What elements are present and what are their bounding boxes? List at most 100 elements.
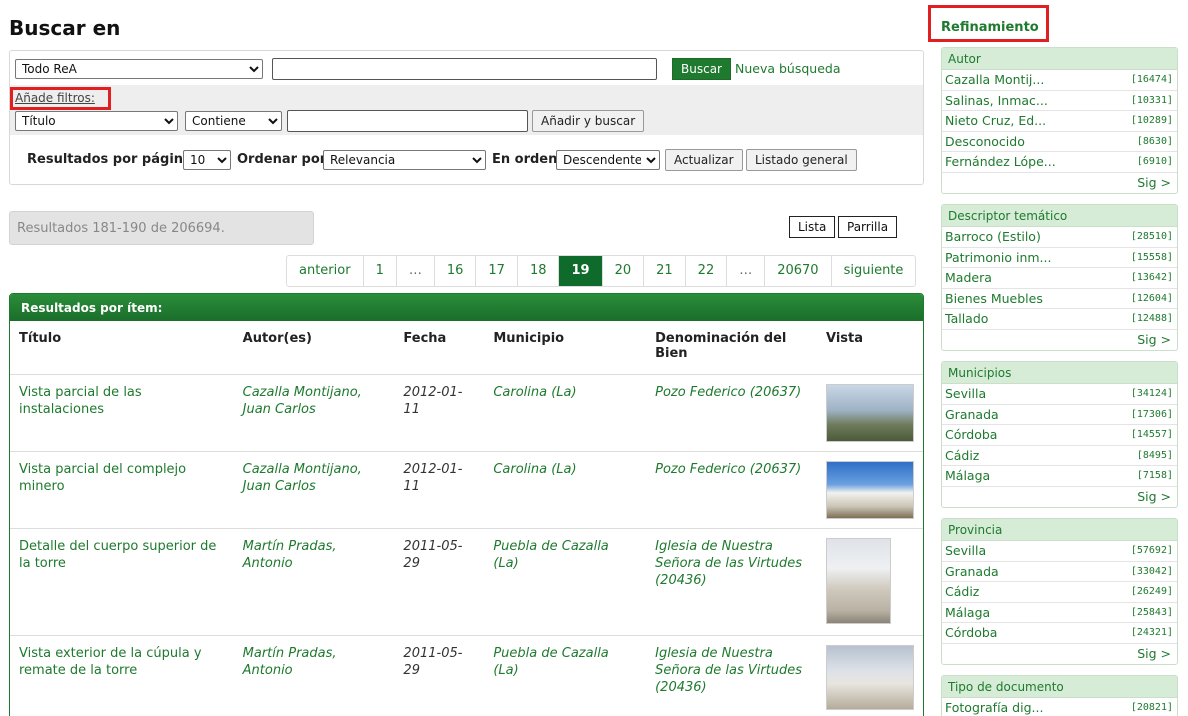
facet-item[interactable]: Granada [33042]	[942, 562, 1177, 582]
result-date: 2012-01-11	[394, 374, 485, 452]
facet-more-link[interactable]: Sig >	[942, 330, 1177, 350]
facet-item[interactable]: Málaga [25843]	[942, 603, 1177, 623]
pager-link[interactable]: 21	[643, 256, 685, 286]
page-title: Buscar en	[9, 16, 121, 40]
facet-item-count: [34124]	[1130, 388, 1173, 399]
facet-item[interactable]: Salinas, Inmac... [10331]	[942, 91, 1177, 111]
result-denomination-link[interactable]: Iglesia de Nuestra Señora de las Virtude…	[646, 635, 817, 716]
facet-item[interactable]: Bienes Muebles [12604]	[942, 289, 1177, 309]
order-label: En orden	[492, 152, 558, 167]
result-author-link[interactable]: Cazalla Montijano, Juan Carlos	[233, 451, 395, 529]
main-column: Buscar en Todo ReA Buscar Nueva búsqueda…	[9, 0, 924, 716]
grid-view-button[interactable]: Parrilla	[838, 216, 898, 238]
pager-link[interactable]: 20670	[764, 256, 830, 286]
result-title-link[interactable]: Detalle del cuerpo superior de la torre	[10, 528, 234, 636]
result-municipality-link[interactable]: Carolina (La)	[484, 374, 647, 452]
result-thumbnail[interactable]	[826, 460, 914, 519]
facet-item-label: Córdoba	[945, 625, 998, 640]
pager-link[interactable]: 1	[362, 256, 396, 286]
search-input[interactable]	[272, 58, 657, 80]
col-denomination: Denominación del Bien	[646, 321, 817, 375]
facet-item[interactable]: Cazalla Montij... [16474]	[942, 70, 1177, 91]
facet-item-count: [15558]	[1130, 251, 1173, 263]
filter-operator-select[interactable]: Contiene	[185, 111, 282, 131]
result-thumbnail[interactable]	[826, 644, 914, 710]
facet-item[interactable]: Nieto Cruz, Ed... [10289]	[942, 111, 1177, 132]
facet-item[interactable]: Granada [17306]	[942, 405, 1177, 425]
facet-item-label: Patrimonio inm...	[945, 249, 1052, 265]
facet-item[interactable]: Patrimonio inm... [15558]	[942, 248, 1177, 268]
result-date: 2011-05-29	[394, 635, 485, 716]
facet-item[interactable]: Córdoba [24321]	[942, 623, 1177, 644]
pager-link[interactable]: 16	[433, 256, 476, 286]
facet-item-count: [24321]	[1130, 627, 1173, 638]
facet-item-count: [13642]	[1130, 272, 1173, 283]
filter-field-select[interactable]: Título	[15, 111, 178, 131]
result-title-link[interactable]: Vista parcial del complejo minero	[10, 451, 234, 529]
filter-value-input[interactable]	[287, 110, 528, 132]
facet-item[interactable]: Cádiz [26249]	[942, 582, 1177, 603]
result-municipality-link[interactable]: Carolina (La)	[484, 451, 647, 529]
result-author-link[interactable]: Martín Pradas, Antonio	[233, 528, 395, 636]
per-page-select[interactable]: 10	[183, 150, 231, 170]
result-thumbnail[interactable]	[826, 383, 914, 442]
general-list-button[interactable]: Listado general	[746, 149, 857, 171]
result-denomination-link[interactable]: Pozo Federico (20637)	[646, 451, 817, 529]
pager-link[interactable]: anterior	[287, 256, 363, 286]
order-select[interactable]: Descendente	[556, 150, 660, 170]
pager-current-page[interactable]: 19	[558, 256, 602, 286]
facet-more-link[interactable]: Sig >	[942, 173, 1177, 193]
pager-link[interactable]: 22	[684, 256, 727, 286]
result-thumbnail[interactable]	[826, 537, 891, 624]
facet-item-label: Madera	[945, 270, 992, 285]
filters-band: Añade filtros: Título Contiene Añadir y …	[10, 85, 923, 135]
result-author-link[interactable]: Cazalla Montijano, Juan Carlos	[233, 374, 395, 452]
new-search-link[interactable]: Nueva búsqueda	[735, 61, 841, 76]
facet-more-link[interactable]: Sig >	[942, 487, 1177, 507]
facet-item[interactable]: Córdoba [14557]	[942, 425, 1177, 446]
results-header: Resultados por ítem:	[10, 294, 923, 321]
facet-item[interactable]: Sevilla [34124]	[942, 384, 1177, 405]
facet-item-count: [33042]	[1130, 565, 1173, 577]
facet-panel: Tipo de documento Fotografía dig... [20821…	[941, 675, 1178, 716]
result-denomination-link[interactable]: Pozo Federico (20637)	[646, 374, 817, 452]
facet-item[interactable]: Tallado [12488]	[942, 309, 1177, 330]
facet-item-label: Fotografía dig...	[945, 700, 1044, 715]
facet-item[interactable]: Fernández Lópe... [6910]	[942, 152, 1177, 173]
result-author-link[interactable]: Martín Pradas, Antonio	[233, 635, 395, 716]
pager-link[interactable]: 18	[516, 256, 559, 286]
facet-more-link[interactable]: Sig >	[942, 644, 1177, 664]
results-panel: Resultados por ítem: Título Autor(es) Fe…	[9, 293, 924, 716]
order-by-select[interactable]: Relevancia	[323, 150, 486, 170]
search-button[interactable]: Buscar	[672, 58, 731, 80]
update-button[interactable]: Actualizar	[665, 149, 743, 171]
scope-select[interactable]: Todo ReA	[15, 59, 263, 79]
result-municipality-link[interactable]: Puebla de Cazalla (La)	[484, 528, 647, 636]
facet-item-label: Sevilla	[945, 543, 987, 558]
facet-item-count: [10289]	[1130, 115, 1173, 126]
facet-item[interactable]: Sevilla [57692]	[942, 541, 1177, 562]
result-date: 2011-05-29	[394, 528, 485, 636]
result-view-cell	[817, 635, 923, 716]
result-title-link[interactable]: Vista parcial de las instalaciones	[10, 374, 234, 452]
facet-item-label: Fernández Lópe...	[945, 154, 1056, 169]
facet-item[interactable]: Fotografía dig... [20821]	[942, 698, 1177, 716]
pager-link[interactable]: 20	[601, 256, 644, 286]
facet-item[interactable]: Málaga [7158]	[942, 466, 1177, 487]
result-title-link[interactable]: Vista exterior de la cúpula y remate de …	[10, 635, 234, 716]
facet-item-count: [28510]	[1130, 231, 1173, 242]
pager-link[interactable]: 17	[475, 256, 517, 286]
result-denomination-link[interactable]: Iglesia de Nuestra Señora de las Virtude…	[646, 528, 817, 636]
result-municipality-link[interactable]: Puebla de Cazalla (La)	[484, 635, 647, 716]
facet-item[interactable]: Barroco (Estilo) [28510]	[942, 227, 1177, 248]
pager-ellipsis: …	[726, 256, 764, 286]
facet-item[interactable]: Madera [13642]	[942, 268, 1177, 289]
list-view-button[interactable]: Lista	[789, 216, 836, 238]
facet-item[interactable]: Desconocido [8630]	[942, 132, 1177, 152]
pager-link[interactable]: siguiente	[830, 256, 916, 286]
facet-item[interactable]: Cádiz [8495]	[942, 446, 1177, 466]
facet-item-label: Cazalla Montij...	[945, 72, 1045, 87]
table-row: Vista parcial de las instalaciones Cazall…	[10, 374, 923, 452]
search-form: Todo ReA Buscar Nueva búsqueda Añade fil…	[9, 50, 924, 185]
add-and-search-button[interactable]: Añadir y buscar	[532, 110, 645, 132]
